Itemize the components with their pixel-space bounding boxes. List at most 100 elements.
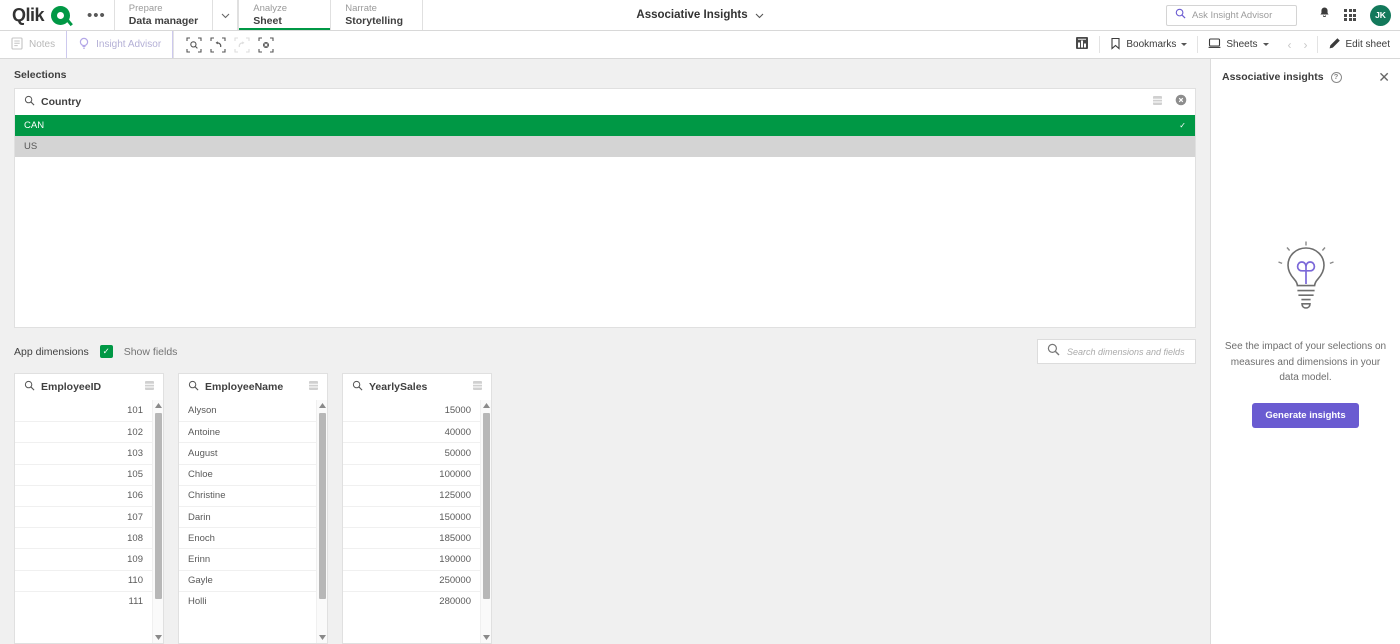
- field-rows-employeeid: 101 102 103 105 106 107 108 109 110 111: [15, 400, 163, 643]
- scroll-up-icon[interactable]: [318, 400, 326, 411]
- field-scrollbar[interactable]: [316, 400, 327, 643]
- edit-sheet-button[interactable]: Edit sheet: [1318, 31, 1400, 58]
- list-item[interactable]: Darin: [179, 505, 316, 527]
- app-title[interactable]: Associative Insights: [636, 9, 747, 21]
- list-item[interactable]: Christine: [179, 484, 316, 506]
- step-forward-icon[interactable]: [232, 35, 251, 54]
- scroll-up-icon[interactable]: [154, 400, 162, 411]
- clear-selection-icon[interactable]: [1175, 93, 1187, 111]
- generate-insights-button[interactable]: Generate insights: [1252, 402, 1359, 428]
- selection-listbox-country: Country CAN ✓ US: [14, 88, 1196, 328]
- list-item[interactable]: 103: [15, 442, 152, 463]
- step-back-icon[interactable]: [208, 35, 227, 54]
- user-avatar[interactable]: JK: [1370, 4, 1391, 26]
- scrollbar-track[interactable]: [481, 411, 491, 632]
- listbox-item-can[interactable]: CAN ✓: [15, 115, 1195, 136]
- list-item[interactable]: 108: [15, 527, 152, 548]
- more-menu-button[interactable]: •••: [79, 0, 114, 30]
- listbox-item-label: CAN: [24, 120, 45, 131]
- app-launcher-button[interactable]: [1337, 2, 1363, 28]
- nav-analyze-sheet[interactable]: Analyze Sheet: [238, 0, 331, 30]
- list-item[interactable]: 100000: [343, 463, 480, 485]
- scrollbar-track[interactable]: [317, 411, 327, 632]
- list-item[interactable]: 105: [15, 463, 152, 485]
- selection-search-icon[interactable]: [184, 35, 203, 54]
- sheet-toolbar: Notes Insight Advisor Bookmarks Sheets ‹…: [0, 31, 1400, 59]
- search-icon[interactable]: [352, 378, 363, 396]
- field-view-toggle-icon[interactable]: [308, 378, 319, 396]
- list-item[interactable]: 50000: [343, 442, 480, 463]
- list-item[interactable]: 107: [15, 505, 152, 527]
- search-icon[interactable]: [24, 378, 35, 396]
- nav-dropdown-button[interactable]: [212, 0, 239, 30]
- nav-prepare-data-manager[interactable]: Prepare Data manager: [113, 0, 212, 30]
- list-item[interactable]: 111: [15, 590, 152, 612]
- nav-narrate-storytelling[interactable]: Narrate Storytelling: [330, 0, 422, 30]
- list-item[interactable]: Antoine: [179, 421, 316, 442]
- dimensions-search-input[interactable]: Search dimensions and fields: [1037, 339, 1196, 364]
- list-item[interactable]: 110: [15, 569, 152, 591]
- list-item[interactable]: 250000: [343, 569, 480, 591]
- list-item[interactable]: Chloe: [179, 463, 316, 485]
- previous-sheet-icon[interactable]: ‹: [1283, 38, 1297, 52]
- scrollbar-thumb[interactable]: [482, 413, 490, 599]
- show-fields-checkbox[interactable]: ✓: [99, 345, 113, 358]
- list-item[interactable]: 150000: [343, 505, 480, 527]
- list-item[interactable]: 106: [15, 484, 152, 506]
- list-item[interactable]: 125000: [343, 484, 480, 506]
- field-value: 105: [127, 469, 143, 481]
- scroll-down-icon[interactable]: [154, 632, 162, 643]
- list-item[interactable]: 280000: [343, 590, 480, 612]
- field-view-toggle-icon[interactable]: [144, 378, 155, 396]
- page-body: Selections Country CAN ✓ US App dimensio…: [0, 59, 1400, 644]
- brand-logo[interactable]: Qlik: [0, 0, 79, 30]
- list-item[interactable]: 185000: [343, 527, 480, 548]
- sheet-navigation: ‹ ›: [1279, 31, 1317, 58]
- field-value-list: 101 102 103 105 106 107 108 109 110 111: [15, 400, 152, 643]
- list-item[interactable]: 102: [15, 421, 152, 442]
- search-icon[interactable]: [188, 378, 199, 396]
- field-title-employeename: EmployeeName: [205, 381, 284, 393]
- toolbar-right-actions: Bookmarks Sheets ‹ › Edit sheet: [1065, 31, 1400, 58]
- insight-advisor-button[interactable]: Insight Advisor: [66, 31, 174, 58]
- search-icon: [1175, 6, 1186, 24]
- list-item[interactable]: Enoch: [179, 527, 316, 548]
- scrollbar-thumb[interactable]: [154, 413, 162, 599]
- clear-all-icon[interactable]: [256, 35, 275, 54]
- list-item[interactable]: Alyson: [179, 400, 316, 421]
- listbox-view-toggle-icon[interactable]: [1152, 93, 1163, 111]
- nav-narrate-group-label: Narrate: [345, 3, 377, 14]
- field-scrollbar[interactable]: [480, 400, 491, 643]
- scrollbar-thumb[interactable]: [318, 413, 326, 599]
- list-item[interactable]: 109: [15, 548, 152, 569]
- list-item[interactable]: 40000: [343, 421, 480, 442]
- show-fields-label[interactable]: Show fields: [124, 346, 178, 358]
- notes-button[interactable]: Notes: [0, 31, 66, 58]
- field-card-employeename: EmployeeName Alyson Antoine August Chloe…: [178, 373, 328, 644]
- ask-insight-advisor-input[interactable]: Ask Insight Advisor: [1166, 4, 1297, 26]
- list-item[interactable]: 101: [15, 400, 152, 421]
- list-item[interactable]: Gayle: [179, 569, 316, 591]
- list-item[interactable]: 15000: [343, 400, 480, 421]
- listbox-item-us[interactable]: US: [15, 136, 1195, 157]
- sheets-button[interactable]: Sheets: [1198, 31, 1278, 58]
- scrollbar-track[interactable]: [153, 411, 163, 632]
- app-title-chevron-down-icon[interactable]: [755, 6, 764, 24]
- list-item[interactable]: Holli: [179, 590, 316, 612]
- bookmarks-button[interactable]: Bookmarks: [1100, 31, 1197, 58]
- scroll-up-icon[interactable]: [482, 400, 490, 411]
- close-icon[interactable]: ✕: [1378, 70, 1390, 84]
- next-sheet-icon[interactable]: ›: [1299, 38, 1313, 52]
- scroll-down-icon[interactable]: [318, 632, 326, 643]
- question-mark-icon[interactable]: ?: [1330, 71, 1342, 83]
- sheet-thumbnails-button[interactable]: [1065, 31, 1099, 58]
- scroll-down-icon[interactable]: [482, 632, 490, 643]
- list-item[interactable]: August: [179, 442, 316, 463]
- search-icon[interactable]: [24, 93, 35, 111]
- field-scrollbar[interactable]: [152, 400, 163, 643]
- field-value: Antoine: [188, 426, 221, 438]
- field-view-toggle-icon[interactable]: [472, 378, 483, 396]
- list-item[interactable]: Erinn: [179, 548, 316, 569]
- list-item[interactable]: 190000: [343, 548, 480, 569]
- notifications-button[interactable]: [1311, 2, 1337, 28]
